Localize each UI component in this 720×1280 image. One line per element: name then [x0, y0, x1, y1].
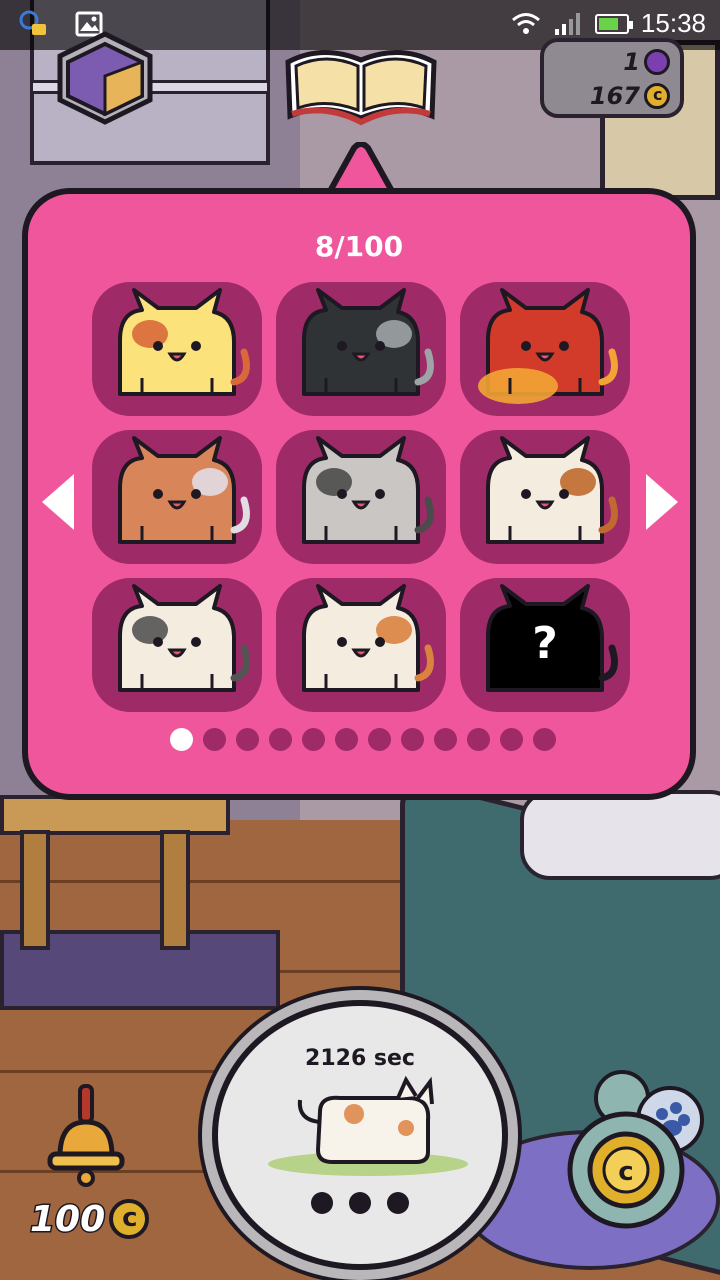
stool	[0, 795, 230, 835]
collection-counter: 8/100	[314, 230, 404, 263]
pillow	[520, 790, 720, 880]
cat-slot-calico[interactable]	[276, 578, 446, 712]
coin-icon	[644, 83, 670, 109]
cat-timer-button[interactable]: 2126 sec	[212, 1000, 508, 1270]
cat-portrait	[486, 436, 618, 544]
walking-cat-icon	[268, 1075, 468, 1176]
page-dot[interactable]	[335, 728, 358, 751]
cat-slot-orange-white-patch[interactable]	[92, 430, 262, 564]
unknown-cat-silhouette: ?	[486, 584, 618, 692]
open-book-icon[interactable]	[282, 38, 440, 128]
bell-cost: 100	[28, 1194, 150, 1244]
page-dot[interactable]	[302, 728, 325, 751]
cat-slot-white-brown-eye[interactable]	[460, 430, 630, 564]
svg-text:?: ?	[532, 618, 558, 669]
bell-cost-value: 100	[28, 1197, 106, 1241]
clock: 15:38	[640, 8, 706, 38]
signal-icon	[554, 12, 580, 35]
page-dot[interactable]	[236, 728, 259, 751]
cat-slot-yellow-tabby[interactable]	[92, 282, 262, 416]
gem-icon	[644, 49, 670, 75]
page-indicator	[0, 728, 720, 751]
cat-slot-red-orange-belly[interactable]	[460, 282, 630, 416]
svg-text:c: c	[618, 1157, 633, 1187]
page-dot[interactable]	[434, 728, 457, 751]
cat-grid: ?	[92, 282, 634, 714]
wifi-icon	[511, 12, 540, 34]
cat-slot-white-bowtie[interactable]	[92, 578, 262, 712]
cat-portrait	[478, 288, 618, 404]
page-dot[interactable]	[368, 728, 391, 751]
coin-paw-icon[interactable]: c	[566, 1064, 716, 1234]
page-dot[interactable]	[401, 728, 424, 751]
page-dot[interactable]	[533, 728, 556, 751]
page-dot[interactable]	[467, 728, 490, 751]
cat-portrait	[302, 436, 434, 544]
stool-leg	[20, 830, 50, 950]
timer-label: 2126 sec	[305, 1046, 415, 1071]
battery-icon	[594, 13, 633, 34]
cat-portrait	[118, 436, 250, 544]
cat-portrait	[118, 288, 250, 396]
cat-slot-grey-masked[interactable]	[276, 430, 446, 564]
cat-slot-black-white-muzzle[interactable]	[276, 282, 446, 416]
cat-portrait	[302, 288, 434, 396]
timer-dot	[311, 1192, 333, 1214]
timer-dot	[387, 1192, 409, 1214]
timer-dot	[349, 1192, 371, 1214]
page-dot[interactable]	[203, 728, 226, 751]
cat-portrait	[118, 584, 250, 692]
coin-count: 167	[589, 82, 640, 110]
next-page-arrow-icon[interactable]	[642, 470, 682, 534]
notification-app-icon	[19, 10, 46, 35]
cat-portrait	[302, 584, 434, 692]
cat-collection-panel: 8/100 ?	[22, 188, 696, 800]
currency-panel: 1 167	[540, 38, 684, 118]
coin-icon	[109, 1199, 150, 1239]
stool-leg	[160, 830, 190, 950]
page-dot[interactable]	[500, 728, 523, 751]
cat-slot-unknown[interactable]: ?	[460, 578, 630, 712]
bell-icon[interactable]	[40, 1082, 130, 1192]
gem-count: 1	[623, 48, 640, 76]
page-dot[interactable]	[269, 728, 292, 751]
previous-page-arrow-icon[interactable]	[38, 470, 78, 534]
page-dot[interactable]	[170, 728, 193, 751]
room-cube-icon[interactable]	[52, 26, 158, 126]
